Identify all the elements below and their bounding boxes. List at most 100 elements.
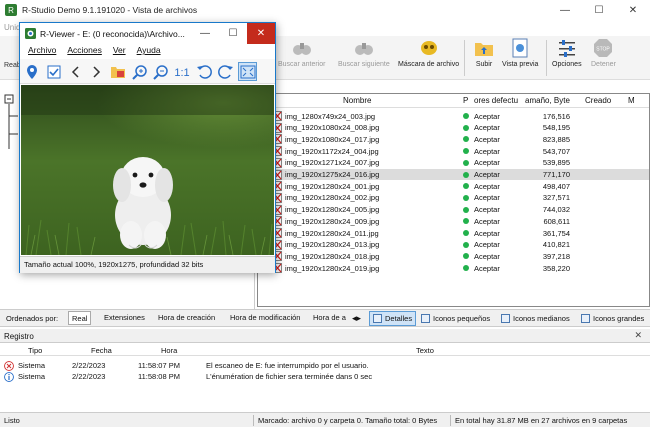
viewer-minimize-button[interactable]: — bbox=[191, 23, 219, 44]
rotate-left-icon bbox=[196, 64, 212, 79]
column-created[interactable]: Creado bbox=[585, 96, 611, 105]
r-viewer-window[interactable]: R-Viewer - E: (0 reconocida)\Archivo... … bbox=[19, 22, 276, 273]
file-list-panel[interactable]: Nombre P ores defectu amaño, Byte Creado… bbox=[257, 93, 650, 307]
sort-tab-creation-time[interactable]: Hora de creación bbox=[155, 311, 218, 325]
view-details-label: Detalles bbox=[385, 314, 413, 323]
toolbar-separator bbox=[464, 40, 465, 76]
chevron-left-icon bbox=[71, 65, 79, 78]
status-ok-dot bbox=[463, 148, 469, 155]
log-row[interactable]: Sistema 2/22/2023 11:58:07 PM El escaneo… bbox=[0, 360, 650, 371]
file-row[interactable]: img_1920x1280x24_002.jpg Aceptar 327,571 bbox=[258, 192, 649, 204]
column-size[interactable]: amaño, Byte bbox=[525, 96, 570, 105]
log-text: El escaneo de E: fue interrumpido por el… bbox=[206, 361, 369, 370]
options-button[interactable]: Opciones bbox=[552, 38, 582, 68]
file-name: img_1920x1280x24_018.jpg bbox=[285, 251, 380, 261]
locate-button[interactable] bbox=[22, 62, 41, 81]
dog-photo bbox=[21, 85, 274, 255]
zoom-out-button[interactable] bbox=[151, 62, 170, 81]
file-row[interactable]: img_1920x1280x24_005.jpg Aceptar 744,032 bbox=[258, 204, 649, 216]
log-column-type[interactable]: Tipo bbox=[28, 346, 42, 355]
file-row[interactable]: img_1920x1271x24_007.jpg Aceptar 539,895 bbox=[258, 157, 649, 169]
locate-pin-icon bbox=[26, 64, 37, 79]
folder-up-button[interactable]: Subir bbox=[474, 38, 494, 68]
file-size: 498,407 bbox=[542, 181, 570, 191]
view-small-icons-label: Iconos pequeños bbox=[433, 314, 491, 323]
sort-tab-real[interactable]: Real bbox=[68, 311, 92, 325]
fit-to-window-button[interactable] bbox=[238, 62, 257, 81]
folder-up-label: Subir bbox=[475, 61, 493, 68]
viewer-title-bar[interactable]: R-Viewer - E: (0 reconocida)\Archivo... … bbox=[20, 23, 275, 44]
menu-partial-label[interactable]: Unid bbox=[4, 23, 20, 32]
file-row[interactable]: img_1920x1080x24_017.jpg Aceptar 823,885 bbox=[258, 133, 649, 145]
view-medium-icons-button[interactable]: Iconos medianos bbox=[498, 311, 573, 326]
file-row[interactable]: img_1920x1280x24_019.jpg Aceptar 358,220 bbox=[258, 262, 649, 274]
preview-icon bbox=[510, 38, 530, 58]
viewer-menu-ayuda[interactable]: Ayuda bbox=[137, 45, 161, 58]
sort-bar: Ordenados por: Real Extensiones Hora de … bbox=[0, 309, 650, 327]
viewer-menu-archivo[interactable]: Archivo bbox=[28, 45, 56, 58]
log-close-icon[interactable]: ✕ bbox=[634, 330, 642, 341]
rotate-left-button[interactable] bbox=[194, 62, 213, 81]
open-folder-button[interactable] bbox=[108, 62, 127, 81]
file-size: 327,571 bbox=[542, 193, 570, 203]
sort-tab-access-time[interactable]: Hora de a bbox=[310, 311, 349, 325]
status-ok-dot bbox=[463, 253, 469, 260]
sort-tab-modification-time[interactable]: Hora de modificación bbox=[227, 311, 303, 325]
actual-size-button[interactable]: 1:1 bbox=[172, 62, 191, 81]
file-row[interactable]: img_1920x1280x24_013.jpg Aceptar 410,821 bbox=[258, 239, 649, 251]
toolbar-separator bbox=[546, 40, 547, 76]
next-button[interactable] bbox=[86, 62, 105, 81]
file-row[interactable]: img_1920x1280x24_009.jpg Aceptar 608,611 bbox=[258, 215, 649, 227]
maximize-button[interactable]: ☐ bbox=[582, 0, 616, 20]
large-icons-view-icon bbox=[581, 314, 590, 323]
column-defects[interactable]: ores defectu bbox=[474, 96, 518, 105]
file-row[interactable]: img_1920x1280x24_018.jpg Aceptar 397,218 bbox=[258, 250, 649, 262]
log-row[interactable]: Sistema 2/22/2023 11:58:08 PM L'énumérat… bbox=[0, 371, 650, 382]
view-details-button[interactable]: Detalles bbox=[369, 311, 417, 326]
viewer-title: R-Viewer - E: (0 reconocida)\Archivo... bbox=[40, 28, 185, 39]
view-small-icons-button[interactable]: Iconos pequeños bbox=[418, 311, 493, 326]
viewer-close-button[interactable]: ✕ bbox=[247, 23, 275, 44]
log-column-date[interactable]: Fecha bbox=[91, 346, 112, 355]
file-state: Aceptar bbox=[474, 181, 500, 191]
file-name: img_1920x1280x24_011.jpg bbox=[285, 228, 379, 238]
minimize-button[interactable]: — bbox=[548, 0, 582, 20]
file-name: img_1920x1280x24_019.jpg bbox=[285, 263, 380, 273]
log-column-text[interactable]: Texto bbox=[416, 346, 434, 355]
find-previous-label: Buscar anterior bbox=[278, 61, 326, 68]
column-name[interactable]: Nombre bbox=[343, 96, 371, 105]
column-p[interactable]: P bbox=[463, 96, 468, 105]
status-ok-dot bbox=[463, 206, 469, 213]
previous-button[interactable] bbox=[66, 62, 85, 81]
error-icon bbox=[4, 360, 14, 371]
viewer-menu-ver[interactable]: Ver bbox=[113, 45, 126, 58]
file-row[interactable]: img_1920x1280x24_001.jpg Aceptar 498,407 bbox=[258, 180, 649, 192]
file-row[interactable]: img_1920x1275x24_016.jpg Aceptar 771,170 bbox=[258, 168, 649, 181]
status-ok-dot bbox=[463, 265, 469, 272]
column-modified[interactable]: M bbox=[628, 96, 635, 105]
sort-scroll-arrows[interactable]: ◂▸ bbox=[352, 313, 361, 324]
view-large-icons-button[interactable]: Iconos grandes bbox=[578, 311, 647, 326]
rotate-right-button[interactable] bbox=[216, 62, 235, 81]
close-button[interactable]: ✕ bbox=[616, 0, 650, 20]
file-row[interactable]: img_1280x749x24_003.jpg Aceptar 176,516 bbox=[258, 110, 649, 122]
log-column-time[interactable]: Hora bbox=[161, 346, 177, 355]
find-previous-button[interactable]: Buscar anterior bbox=[278, 38, 325, 68]
file-state: Aceptar bbox=[474, 216, 500, 226]
file-row[interactable]: img_1920x1080x24_008.jpg Aceptar 548,195 bbox=[258, 122, 649, 134]
viewer-maximize-button[interactable]: ☐ bbox=[219, 23, 247, 44]
view-large-icons-label: Iconos grandes bbox=[593, 314, 645, 323]
find-next-button[interactable]: Buscar siguiente bbox=[338, 38, 390, 68]
file-row[interactable]: img_1920x1172x24_004.jpg Aceptar 543,707 bbox=[258, 145, 649, 157]
log-header: Tipo Fecha Hora Texto bbox=[0, 344, 650, 356]
file-mask-button[interactable]: Máscara de archivo bbox=[398, 38, 459, 68]
zoom-in-button[interactable] bbox=[130, 62, 149, 81]
file-row[interactable]: img_1920x1280x24_011.jpg Aceptar 361,754 bbox=[258, 227, 649, 239]
stop-button[interactable]: STOP Detener bbox=[591, 38, 616, 68]
mark-checkbox-button[interactable] bbox=[44, 62, 63, 81]
sort-tab-extensions[interactable]: Extensiones bbox=[101, 311, 148, 325]
preview-button[interactable]: Vista previa bbox=[502, 38, 538, 68]
chevron-right-icon bbox=[92, 65, 100, 78]
viewer-menu-acciones[interactable]: Acciones bbox=[67, 45, 102, 58]
file-size: 823,885 bbox=[542, 134, 570, 144]
